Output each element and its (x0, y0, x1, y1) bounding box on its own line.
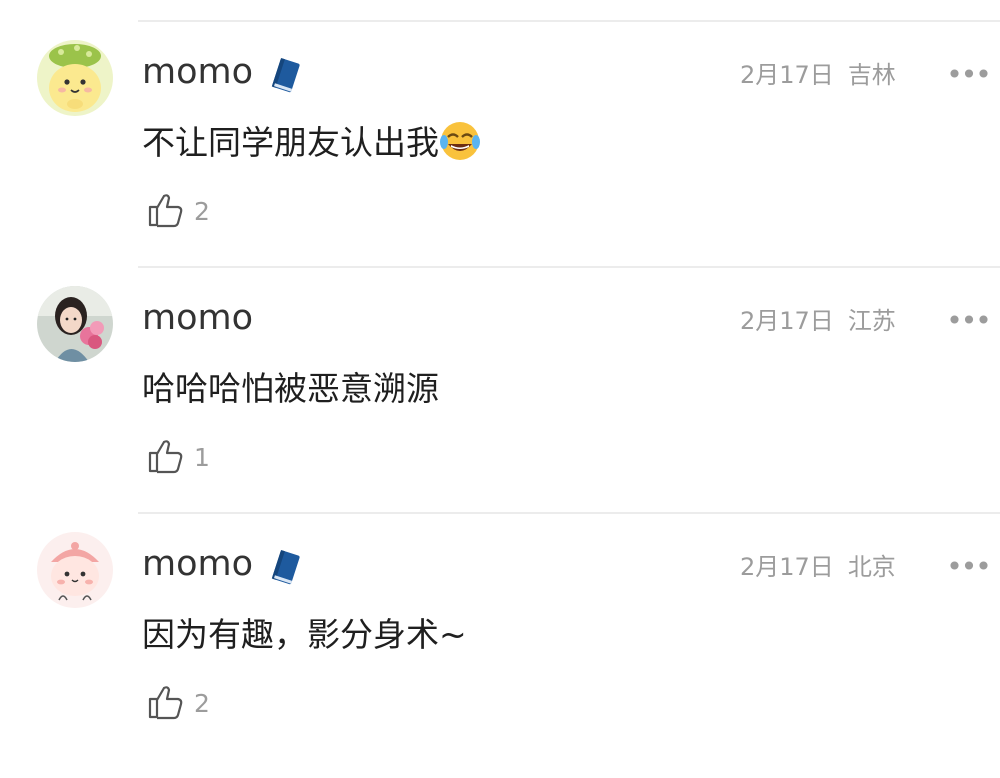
comment-date: 2月17日 (740, 553, 834, 581)
comment-date: 2月17日 (740, 307, 834, 335)
comment-location: 北京 (847, 553, 896, 581)
comment-item: momo 2月17日 江苏 ••• 哈哈哈怕被恶意溯源 1 (0, 286, 1000, 532)
comment-item: momo 2月17日 北京 ••• 因为有趣，影分身术~ 2 (0, 532, 1000, 778)
username[interactable]: momo (142, 296, 253, 340)
comment-text-content: 哈哈哈怕被恶意溯源 (142, 369, 439, 408)
username[interactable]: momo (142, 542, 253, 586)
comment-meta: 2月17日 北京 (740, 552, 896, 582)
divider-top (138, 20, 1000, 22)
like-count: 2 (194, 197, 210, 226)
like-button[interactable]: 1 (146, 438, 210, 478)
thumbs-up-icon (146, 191, 184, 233)
comment-text-content: 因为有趣，影分身术~ (142, 615, 467, 654)
avatar[interactable] (37, 286, 113, 362)
username[interactable]: momo (142, 50, 253, 94)
blue-book-icon (265, 548, 305, 586)
like-button[interactable]: 2 (146, 192, 210, 232)
comment-text-content: 不让同学朋友认出我 (142, 123, 439, 162)
avatar[interactable] (37, 40, 113, 116)
divider (138, 266, 1000, 268)
comment-text: 哈哈哈怕被恶意溯源 (142, 366, 439, 412)
divider (138, 512, 1000, 514)
comment-date: 2月17日 (740, 61, 834, 89)
thumbs-up-icon (146, 683, 184, 725)
comment-meta: 2月17日 江苏 (740, 306, 896, 336)
thumbs-up-icon (146, 437, 184, 479)
more-dots-icon[interactable]: ••• (946, 552, 992, 582)
like-count: 1 (194, 443, 210, 472)
like-count: 2 (194, 689, 210, 718)
more-dots-icon[interactable]: ••• (946, 60, 992, 90)
like-button[interactable]: 2 (146, 684, 210, 724)
comment-text: 因为有趣，影分身术~ (142, 612, 467, 658)
comment-location: 江苏 (847, 307, 896, 335)
comment-text: 不让同学朋友认出我 (142, 120, 481, 166)
joy-emoji-icon (439, 120, 481, 162)
comment-location: 吉林 (847, 61, 896, 89)
comment-item: momo 2月17日 吉林 ••• 不让同学朋友认出我 2 (0, 40, 1000, 286)
comment-meta: 2月17日 吉林 (740, 60, 896, 90)
more-dots-icon[interactable]: ••• (946, 306, 992, 336)
avatar[interactable] (37, 532, 113, 608)
blue-book-icon (265, 56, 305, 94)
